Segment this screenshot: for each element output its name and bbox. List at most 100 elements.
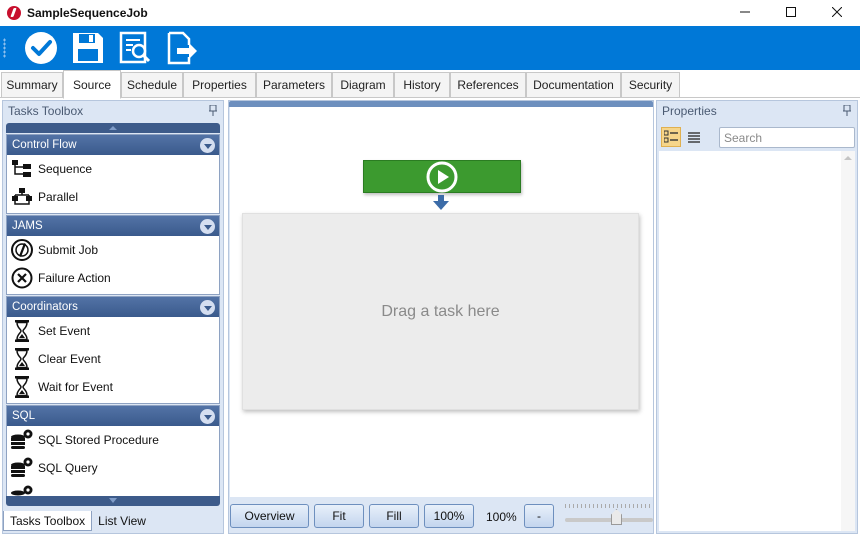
toolbox-item-label: Failure Action: [38, 271, 111, 285]
fill-button[interactable]: Fill: [369, 504, 419, 528]
group-title: Coordinators: [12, 301, 78, 313]
toolbox-bottom-tabs: Tasks Toolbox List View: [3, 511, 223, 533]
tab-documentation[interactable]: Documentation: [526, 72, 621, 98]
toolbox-scroll-down-button[interactable]: [6, 496, 220, 506]
collapse-chevron-icon[interactable]: [200, 300, 215, 315]
maximize-button[interactable]: [768, 0, 814, 24]
properties-scrollbar[interactable]: [841, 151, 855, 531]
minimize-icon: [740, 11, 750, 13]
arrow-down-icon: [433, 195, 449, 210]
tab-list-view[interactable]: List View: [92, 511, 152, 531]
window-title: SampleSequenceJob: [27, 6, 148, 20]
zoom-controls: Overview Fit Fill 100% 100% -: [229, 499, 653, 533]
toolbox-item-label: Set Event: [38, 324, 91, 338]
zoom-slider-ticks: [565, 504, 653, 508]
pin-icon[interactable]: [843, 105, 851, 116]
properties-grid: [659, 151, 855, 531]
save-button[interactable]: [69, 29, 107, 67]
fit-button[interactable]: Fit: [314, 504, 364, 528]
group-header[interactable]: Control Flow: [7, 135, 219, 155]
toolbox-item-sql-stored-procedure[interactable]: SQL Stored Procedure: [7, 426, 219, 454]
group-header[interactable]: Coordinators: [7, 297, 219, 317]
save-and-close-button[interactable]: [22, 29, 60, 67]
pin-icon[interactable]: [209, 105, 217, 116]
collapse-chevron-icon[interactable]: [200, 409, 215, 424]
toolbox-group-coordinators: Coordinators Set Event Clear Event Wait …: [6, 296, 220, 404]
overview-button[interactable]: Overview: [230, 504, 309, 528]
export-icon: [167, 31, 197, 65]
toolbox-item-label: Sequence: [38, 162, 93, 176]
collapse-chevron-icon[interactable]: [200, 219, 215, 234]
database-gear-icon: [10, 457, 34, 479]
sequence-icon: [10, 158, 34, 180]
chevron-down-icon: [109, 498, 117, 503]
zoom-slider-thumb[interactable]: [611, 509, 622, 525]
close-button[interactable]: [814, 0, 860, 24]
properties-header: Properties: [657, 101, 857, 121]
tab-references[interactable]: References: [450, 72, 526, 98]
toolbox-header: Tasks Toolbox: [3, 101, 223, 121]
tab-security[interactable]: Security: [621, 72, 680, 98]
toolbox-item-set-event[interactable]: Set Event: [7, 317, 219, 345]
categorized-icon: [664, 130, 678, 143]
workflow-canvas: Drag a task here Overview Fit Fill 100% …: [228, 100, 654, 534]
toolbox-item-label: Submit Job: [38, 243, 99, 257]
window-controls: [722, 0, 860, 26]
tab-bar: Summary Source Schedule Properties Param…: [0, 70, 860, 99]
zoom-out-button[interactable]: -: [524, 504, 554, 528]
toolbox-item-label: SQL Stored Procedure: [38, 433, 159, 447]
toolbox-item-wait-for-event[interactable]: Wait for Event: [7, 373, 219, 401]
toolbox-item-label: Parallel: [38, 190, 79, 204]
document-search-icon: [119, 31, 151, 64]
group-title: Control Flow: [12, 139, 77, 151]
tab-properties[interactable]: Properties: [183, 72, 256, 98]
export-button[interactable]: [163, 29, 201, 67]
alphabetical-view-button[interactable]: [684, 127, 704, 147]
play-icon: [426, 161, 458, 192]
tab-tasks-toolbox[interactable]: Tasks Toolbox: [3, 511, 93, 531]
tab-parameters[interactable]: Parameters: [256, 72, 332, 98]
zoom-slider[interactable]: [565, 518, 653, 522]
toolbox-item-parallel[interactable]: Parallel: [7, 183, 219, 211]
main-toolbar: [0, 26, 860, 70]
minimize-button[interactable]: [722, 0, 768, 24]
collapse-chevron-icon[interactable]: [200, 138, 215, 153]
drop-zone-text: Drag a task here: [381, 302, 500, 320]
toolbox-item-label: Wait for Event: [38, 380, 113, 394]
maximize-icon: [786, 7, 796, 17]
workflow-designer-area[interactable]: Drag a task here: [230, 107, 653, 497]
tasks-toolbox-panel: Tasks Toolbox Control Flow Sequence Para…: [2, 100, 224, 534]
checkmark-icon: [25, 32, 57, 64]
zoom-100-button[interactable]: 100%: [424, 504, 474, 528]
toolbox-item-sql-query[interactable]: SQL Query: [7, 454, 219, 482]
tab-history[interactable]: History: [394, 72, 450, 98]
tab-diagram[interactable]: Diagram: [332, 72, 394, 98]
view-log-button[interactable]: [116, 29, 154, 67]
failure-action-icon: [10, 267, 34, 289]
app-logo-icon: [7, 6, 21, 20]
toolbox-scroll-up-button[interactable]: [6, 123, 220, 133]
toolbox-group-sql: SQL SQL Stored Procedure SQL Query: [6, 405, 220, 498]
alphabetical-icon: [688, 132, 700, 143]
toolbar-grip[interactable]: [3, 38, 6, 58]
title-bar: SampleSequenceJob: [0, 0, 860, 26]
properties-title: Properties: [662, 104, 717, 118]
toolbox-item-submit-job[interactable]: Submit Job: [7, 236, 219, 264]
tab-schedule[interactable]: Schedule: [121, 72, 183, 98]
tab-summary[interactable]: Summary: [1, 72, 63, 98]
zoom-level-label: 100%: [486, 510, 517, 524]
toolbox-item-sequence[interactable]: Sequence: [7, 155, 219, 183]
task-drop-zone[interactable]: Drag a task here: [242, 213, 639, 410]
properties-search-input[interactable]: [719, 127, 855, 148]
group-header[interactable]: SQL: [7, 406, 219, 426]
toolbox-item-clear-event[interactable]: Clear Event: [7, 345, 219, 373]
hourglass-icon: [10, 348, 34, 370]
categorized-view-button[interactable]: [661, 127, 681, 147]
group-header[interactable]: JAMS: [7, 216, 219, 236]
toolbox-item-failure-action[interactable]: Failure Action: [7, 264, 219, 292]
tab-source[interactable]: Source: [63, 70, 121, 99]
toolbox-item-label: SQL Query: [38, 461, 98, 475]
start-node[interactable]: [363, 160, 521, 193]
properties-panel: Properties: [656, 100, 858, 534]
hourglass-icon: [10, 376, 34, 398]
